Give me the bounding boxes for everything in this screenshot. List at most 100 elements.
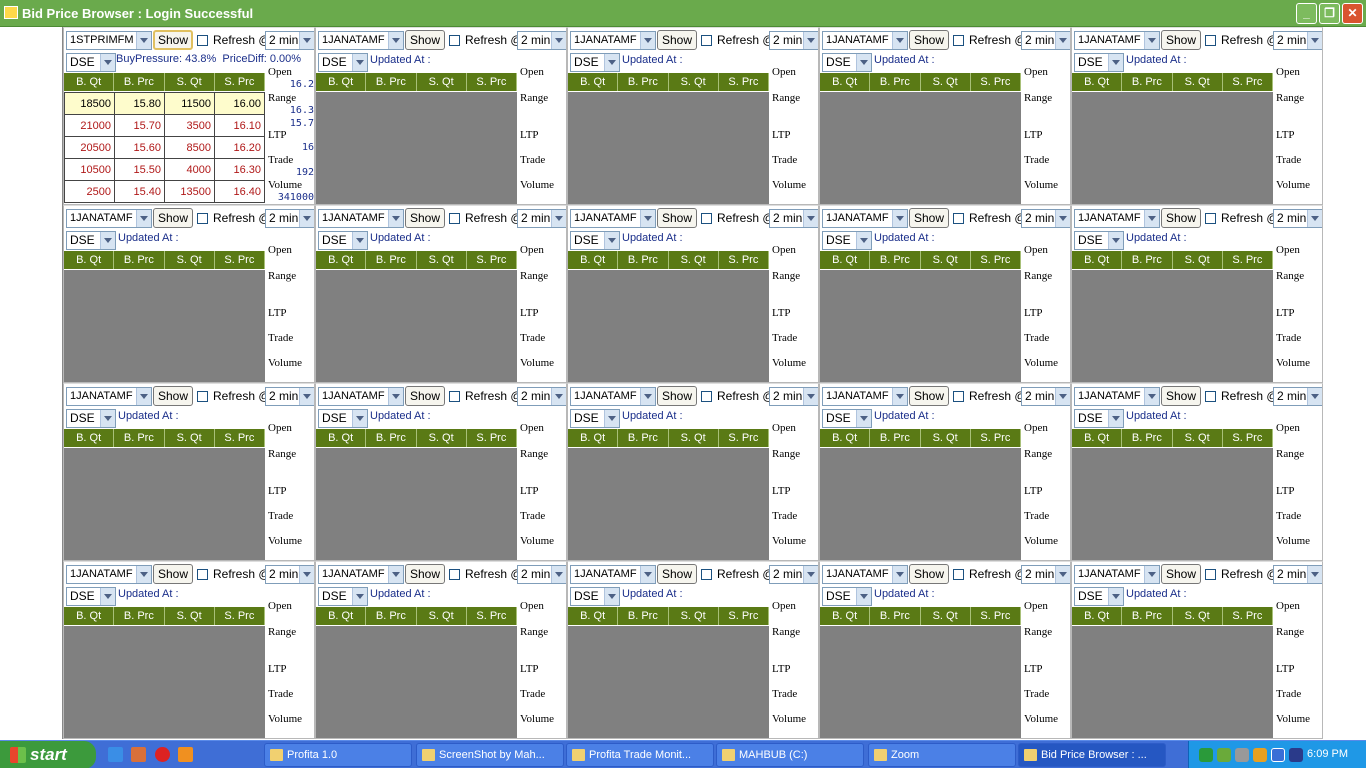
table-row[interactable]: 18500 15.80 11500 16.00 [64,92,265,115]
chevron-down-icon[interactable] [640,210,655,227]
refresh-checkbox[interactable] [701,35,712,46]
chevron-down-icon[interactable] [604,232,619,249]
chevron-down-icon[interactable] [1055,32,1070,49]
refresh-checkbox[interactable] [449,213,460,224]
taskbar-task[interactable]: MAHBUB (C:) [716,743,864,767]
show-button[interactable]: Show [657,208,697,228]
chevron-down-icon[interactable] [1144,32,1159,49]
tray-network-icon[interactable] [1217,748,1231,762]
interval-select[interactable]: 2 min [265,565,314,584]
exchange-select[interactable]: DSE [822,231,872,250]
refresh-checkbox[interactable] [953,569,964,580]
chevron-down-icon[interactable] [803,566,818,583]
refresh-checkbox[interactable] [701,569,712,580]
exchange-select[interactable]: DSE [570,587,620,606]
refresh-checkbox[interactable] [1205,213,1216,224]
interval-select[interactable]: 2 min [517,209,566,228]
refresh-checkbox[interactable] [197,391,208,402]
taskbar-task[interactable]: ScreenShot by Mah... [416,743,564,767]
tray-app-icon[interactable] [1199,748,1213,762]
interval-select[interactable]: 2 min [1273,31,1322,50]
interval-select[interactable]: 2 min [1273,209,1322,228]
exchange-select[interactable]: DSE [318,409,368,428]
interval-select[interactable]: 2 min [1021,387,1070,406]
chevron-down-icon[interactable] [1055,210,1070,227]
interval-select[interactable]: 2 min [769,31,818,50]
symbol-select[interactable]: 1JANATAMF [1074,565,1160,584]
exchange-select[interactable]: DSE [1074,231,1124,250]
chevron-down-icon[interactable] [551,388,566,405]
refresh-checkbox[interactable] [449,35,460,46]
exchange-select[interactable]: DSE [570,409,620,428]
refresh-checkbox[interactable] [1205,35,1216,46]
chevron-down-icon[interactable] [100,54,115,71]
interval-select[interactable]: 2 min [265,209,314,228]
chevron-down-icon[interactable] [388,566,403,583]
chevron-down-icon[interactable] [352,588,367,605]
exchange-select[interactable]: DSE [1074,409,1124,428]
interval-select[interactable]: 2 min [265,31,314,50]
chevron-down-icon[interactable] [604,410,619,427]
taskbar-task[interactable]: Profita 1.0 [264,743,412,767]
symbol-select[interactable]: 1JANATAMF [570,387,656,406]
show-button[interactable]: Show [405,30,445,50]
chevron-down-icon[interactable] [136,32,151,49]
chevron-down-icon[interactable] [604,54,619,71]
chevron-down-icon[interactable] [551,32,566,49]
show-button[interactable]: Show [657,30,697,50]
exchange-select[interactable]: DSE [318,587,368,606]
symbol-select[interactable]: 1JANATAMF [66,565,152,584]
chevron-down-icon[interactable] [1307,388,1322,405]
symbol-select[interactable]: 1JANATAMF [570,209,656,228]
chevron-down-icon[interactable] [892,388,907,405]
show-button[interactable]: Show [1161,564,1201,584]
chevron-down-icon[interactable] [352,232,367,249]
show-button[interactable]: Show [1161,386,1201,406]
tray-shield-icon[interactable] [1235,748,1249,762]
chevron-down-icon[interactable] [100,410,115,427]
symbol-select[interactable]: 1JANATAMF [318,387,404,406]
refresh-checkbox[interactable] [953,213,964,224]
chevron-down-icon[interactable] [388,210,403,227]
exchange-select[interactable]: DSE [570,231,620,250]
chevron-down-icon[interactable] [604,588,619,605]
chevron-down-icon[interactable] [1108,588,1123,605]
chevron-down-icon[interactable] [352,54,367,71]
start-button[interactable]: start [0,741,96,768]
show-button[interactable]: Show [405,564,445,584]
show-button[interactable]: Show [909,208,949,228]
exchange-select[interactable]: DSE [570,53,620,72]
chevron-down-icon[interactable] [892,210,907,227]
chevron-down-icon[interactable] [1108,232,1123,249]
exchange-select[interactable]: DSE [66,587,116,606]
interval-select[interactable]: 2 min [517,565,566,584]
symbol-select[interactable]: 1JANATAMF [318,31,404,50]
interval-select[interactable]: 2 min [1273,565,1322,584]
chevron-down-icon[interactable] [100,232,115,249]
show-button[interactable]: Show [1161,208,1201,228]
refresh-checkbox[interactable] [701,391,712,402]
chevron-down-icon[interactable] [640,32,655,49]
exchange-select[interactable]: DSE [1074,587,1124,606]
refresh-checkbox[interactable] [449,569,460,580]
symbol-select[interactable]: 1JANATAMF [66,387,152,406]
chevron-down-icon[interactable] [803,32,818,49]
exchange-select[interactable]: DSE [318,53,368,72]
exchange-select[interactable]: DSE [822,409,872,428]
symbol-select[interactable]: 1JANATAMF [1074,387,1160,406]
show-button[interactable]: Show [153,30,193,50]
refresh-checkbox[interactable] [197,569,208,580]
refresh-checkbox[interactable] [1205,569,1216,580]
refresh-checkbox[interactable] [1205,391,1216,402]
refresh-checkbox[interactable] [701,213,712,224]
chevron-down-icon[interactable] [1055,566,1070,583]
interval-select[interactable]: 2 min [517,31,566,50]
chevron-down-icon[interactable] [1144,210,1159,227]
chevron-down-icon[interactable] [892,566,907,583]
table-row[interactable]: 21000 15.70 3500 16.10 [64,114,265,137]
chevron-down-icon[interactable] [1307,210,1322,227]
chevron-down-icon[interactable] [299,388,314,405]
vlc-icon[interactable] [178,747,193,762]
chevron-down-icon[interactable] [136,566,151,583]
symbol-select[interactable]: 1STPRIMFM [66,31,152,50]
